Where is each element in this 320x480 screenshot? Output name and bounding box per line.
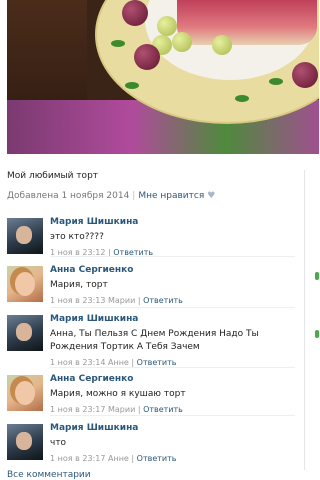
comment-text: Мария, торт [50,280,108,290]
comment-author[interactable]: Мария Шишкина [50,422,305,434]
photo-plum [122,0,148,26]
comment-date[interactable]: 1 ноя в 23:17 [50,454,105,463]
like-link[interactable]: Мне нравится [138,191,204,201]
comment-info: 1 ноя в 23:17 Марии | Ответить [50,404,305,415]
comment-text: что [50,438,67,448]
comment-author[interactable]: Анна Сергиенко [50,373,305,385]
avatar[interactable] [7,218,43,254]
avatar[interactable] [7,315,43,351]
comment-info: 1 ноя в 23:13 Марии | Ответить [50,295,305,306]
avatar[interactable] [7,424,43,460]
post-date: Добавлена 1 ноября 2014 [7,191,130,201]
online-indicator [315,272,319,280]
reply-link[interactable]: Ответить [137,454,177,463]
post-meta: Добавлена 1 ноября 2014 | Мне нравится ♥ [7,191,215,201]
comment-divider [50,415,295,416]
reply-link[interactable]: Ответить [143,405,183,414]
comment-date[interactable]: 1 ноя в 23:14 [50,358,105,367]
comment-date[interactable]: 1 ноя в 23:17 [50,405,105,414]
heart-icon[interactable]: ♥ [207,191,215,201]
comment-author[interactable]: Анна Сергиенко [50,264,305,276]
comment-author[interactable]: Мария Шишкина [50,313,305,325]
photo-grape [172,32,192,52]
comment-divider [50,256,295,257]
comment-author[interactable]: Мария Шишкина [50,216,305,228]
reply-link[interactable]: Ответить [137,358,177,367]
all-comments-link[interactable]: Все комментарии [7,470,91,480]
post-photo[interactable] [7,0,319,154]
photo-leaf [235,95,249,102]
info-separator: | [137,405,141,414]
comment-to: Анне [107,358,129,367]
photo-cake [177,0,317,45]
comment-divider [50,367,295,368]
reply-link[interactable]: Ответить [143,296,183,305]
online-indicator [315,330,319,338]
info-separator: | [131,358,135,367]
photo-plum [292,62,318,88]
comment-text: Анна, Ты Пельзя С Днем Рождения Надо Ты … [50,329,259,352]
meta-separator: | [132,191,136,201]
photo-grape [157,16,177,36]
comment-divider [50,307,295,308]
avatar[interactable] [7,375,43,411]
photo-leaf [111,40,125,47]
info-separator: | [137,296,141,305]
photo-leaf [125,82,139,89]
comment-text: Мария, можно я кушаю торт [50,389,186,399]
comment-text: это кто???? [50,232,104,242]
comment-to: Марии [107,296,136,305]
avatar[interactable] [7,266,43,302]
photo-caption: Мой любимый торт [7,171,99,181]
comment-to: Анне [107,454,129,463]
info-separator: | [131,454,135,463]
comment-info: 1 ноя в 23:17 Анне | Ответить [50,453,305,464]
comment-to: Марии [107,405,136,414]
photo-plum [134,44,160,70]
photo-leaf [269,78,283,85]
photo-grape [212,35,232,55]
comment-date[interactable]: 1 ноя в 23:13 [50,296,105,305]
